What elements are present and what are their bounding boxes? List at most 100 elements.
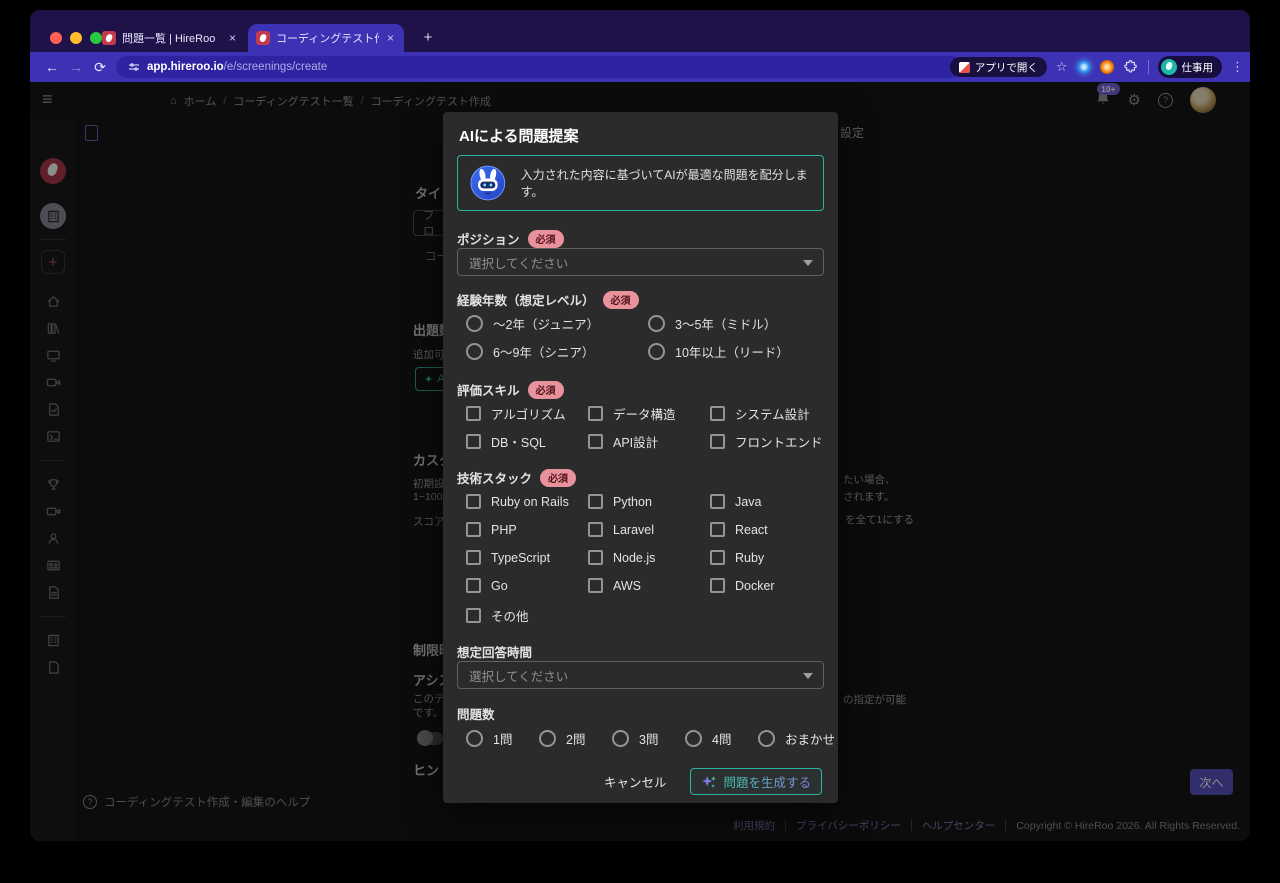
tech-laravel[interactable]: Laravel [588, 522, 654, 537]
address-bar[interactable]: app.hireroo.io/e/screenings/create [116, 56, 962, 78]
required-badge: 必須 [540, 469, 576, 487]
tech-aws[interactable]: AWS [588, 578, 641, 593]
tech-go[interactable]: Go [466, 578, 508, 593]
hireroo-favicon-icon [256, 31, 270, 45]
browser-profile-button[interactable]: 仕事用 [1158, 56, 1223, 78]
tech-ruby[interactable]: Ruby [710, 550, 764, 565]
answer-time-select[interactable]: 選択してください [457, 661, 824, 689]
extensions-puzzle-icon[interactable] [1123, 59, 1139, 75]
checkbox-icon [710, 522, 725, 537]
sparkle-icon [701, 774, 717, 790]
experience-label: 経験年数（想定レベル） 必須 [457, 290, 639, 309]
tech-python[interactable]: Python [588, 494, 652, 509]
tab-screening-create[interactable]: コーディングテスト作成 | HireR × [248, 24, 404, 52]
radio-icon [758, 730, 775, 747]
position-label: ポジション 必須 [457, 229, 564, 248]
count-option-4[interactable]: 4問 [685, 729, 731, 748]
experience-option-middle[interactable]: 3〜5年（ミドル） [648, 314, 776, 333]
position-placeholder: 選択してください [469, 253, 568, 272]
tech-typescript[interactable]: TypeScript [466, 550, 550, 565]
tech-stack-label: 技術スタック 必須 [457, 468, 576, 487]
count-option-2[interactable]: 2問 [539, 729, 585, 748]
skills-label: 評価スキル 必須 [457, 380, 564, 399]
required-badge: 必須 [528, 230, 564, 248]
back-icon[interactable]: ← [40, 59, 64, 75]
tab-title: 問題一覧 | HireRoo [122, 30, 221, 46]
skill-data-structure[interactable]: データ構造 [588, 404, 676, 423]
tab-bar: 問題一覧 | HireRoo × コーディングテスト作成 | HireR × + [30, 10, 1250, 52]
tab-close-icon[interactable]: × [227, 31, 238, 45]
skill-system-design[interactable]: システム設計 [710, 404, 810, 423]
checkbox-icon [588, 406, 603, 421]
checkbox-icon [466, 550, 481, 565]
minimize-window-button[interactable] [70, 32, 82, 44]
banner-text: 入力された内容に基づいてAIが最適な問題を配分します。 [521, 166, 811, 200]
browser-menu-icon[interactable]: ⋮ [1231, 59, 1244, 75]
count-option-auto[interactable]: おまかせ [758, 729, 835, 748]
radio-icon [539, 730, 556, 747]
checkbox-icon [466, 578, 481, 593]
cancel-button[interactable]: キャンセル [596, 766, 675, 797]
skill-algorithm[interactable]: アルゴリズム [466, 404, 566, 423]
browser-toolbar: ← → ⟳ app.hireroo.io/e/screenings/create… [30, 52, 1250, 82]
answer-time-placeholder: 選択してください [469, 666, 568, 685]
extension-blue-icon[interactable] [1077, 60, 1091, 74]
checkbox-icon [588, 522, 603, 537]
radio-icon [466, 315, 483, 332]
tech-java[interactable]: Java [710, 494, 761, 509]
experience-option-lead[interactable]: 10年以上（リード） [648, 342, 789, 361]
open-in-app-label: アプリで開く [975, 60, 1038, 75]
profile-label: 仕事用 [1182, 60, 1214, 75]
tab-question-list[interactable]: 問題一覧 | HireRoo × [94, 24, 246, 52]
browser-window: 問題一覧 | HireRoo × コーディングテスト作成 | HireR × +… [30, 10, 1250, 841]
open-in-app-icon [959, 62, 970, 73]
checkbox-icon [588, 434, 603, 449]
radio-icon [466, 730, 483, 747]
tab-title: コーディングテスト作成 | HireR [276, 30, 379, 46]
checkbox-icon [710, 434, 725, 449]
generate-button-label: 問題を生成する [723, 772, 811, 791]
toolbar-divider [1148, 60, 1149, 74]
hireroo-favicon-icon [102, 31, 116, 45]
ai-suggestion-modal: AIによる問題提案 入力された内容に基づいてAIが最適な問題を配分します。 ポジ… [443, 112, 838, 803]
radio-icon [685, 730, 702, 747]
required-badge: 必須 [528, 381, 564, 399]
chevron-down-icon [803, 673, 813, 679]
radio-icon [466, 343, 483, 360]
count-option-3[interactable]: 3問 [612, 729, 658, 748]
new-tab-button[interactable]: + [418, 28, 438, 48]
tech-ruby-on-rails[interactable]: Ruby on Rails [466, 494, 569, 509]
page-viewport: ≡ ⌂ ホーム / コーディングテスト一覧 / コーディングテスト作成 10+ … [30, 82, 1250, 841]
profile-avatar [1161, 59, 1177, 75]
ai-info-banner: 入力された内容に基づいてAIが最適な問題を配分します。 [457, 155, 824, 211]
checkbox-icon [466, 522, 481, 537]
position-select[interactable]: 選択してください [457, 248, 824, 276]
checkbox-icon [466, 494, 481, 509]
skill-db-sql[interactable]: DB・SQL [466, 432, 546, 451]
reload-icon[interactable]: ⟳ [88, 59, 112, 76]
site-settings-icon[interactable] [128, 61, 140, 73]
count-option-1[interactable]: 1問 [466, 729, 512, 748]
bookmark-star-icon[interactable]: ☆ [1056, 59, 1068, 75]
open-in-app-button[interactable]: アプリで開く [950, 57, 1047, 77]
tech-docker[interactable]: Docker [710, 578, 775, 593]
tech-other[interactable]: その他 [466, 606, 529, 625]
skill-api-design[interactable]: API設計 [588, 432, 658, 451]
answer-time-label: 想定回答時間 [457, 642, 532, 661]
tech-php[interactable]: PHP [466, 522, 517, 537]
experience-option-junior[interactable]: 〜2年（ジュニア） [466, 314, 599, 333]
checkbox-icon [710, 494, 725, 509]
radio-icon [648, 343, 665, 360]
url-path: /e/screenings/create [224, 61, 328, 73]
extension-orange-icon[interactable] [1100, 60, 1114, 74]
tech-nodejs[interactable]: Node.js [588, 550, 655, 565]
skill-frontend[interactable]: フロントエンド [710, 432, 823, 451]
forward-icon[interactable]: → [64, 59, 88, 75]
required-badge: 必須 [603, 291, 639, 309]
tech-react[interactable]: React [710, 522, 768, 537]
experience-option-senior[interactable]: 6〜9年（シニア） [466, 342, 594, 361]
close-window-button[interactable] [50, 32, 62, 44]
generate-questions-button[interactable]: 問題を生成する [690, 768, 822, 795]
tab-close-icon[interactable]: × [385, 31, 396, 45]
checkbox-icon [466, 608, 481, 623]
